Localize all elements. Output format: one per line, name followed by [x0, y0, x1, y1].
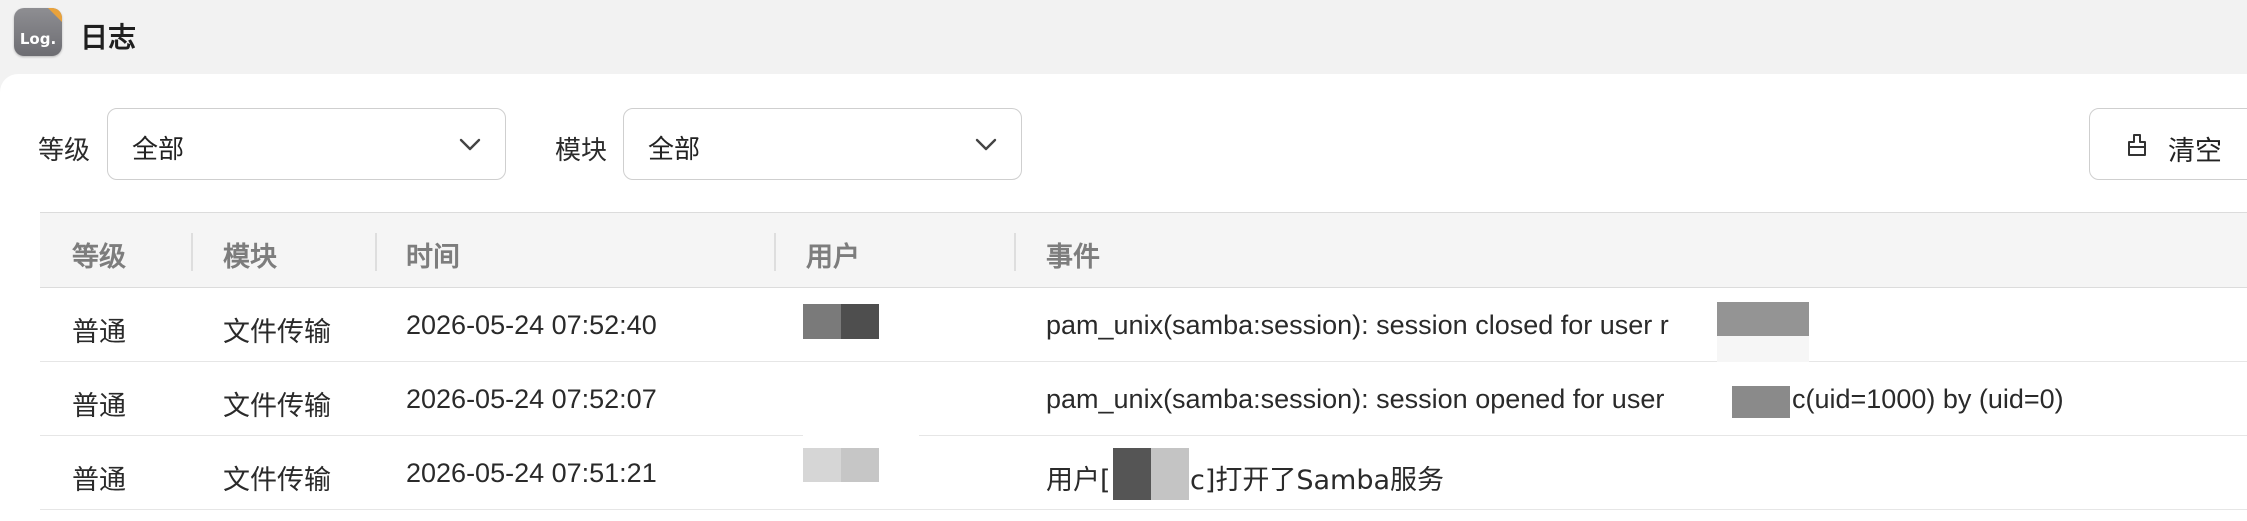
- column-divider[interactable]: [774, 233, 776, 271]
- column-header-level[interactable]: 等级: [72, 235, 126, 274]
- chevron-down-icon: [975, 138, 997, 151]
- main-panel: 等级 全部 模块 全部 清空 等级 模块 时间 用户 事件 普通 文件传输 20…: [0, 74, 2247, 521]
- redacted-user: [803, 304, 841, 339]
- column-header-time[interactable]: 时间: [406, 235, 460, 274]
- module-cell: 文件传输: [223, 317, 331, 348]
- level-select[interactable]: 全部: [107, 108, 506, 180]
- level-filter-label: 等级: [38, 136, 91, 166]
- table-row[interactable]: 普通 文件传输 2026-05-24 07:52:40 pam_unix(sam…: [40, 288, 2247, 362]
- table-row[interactable]: 普通 文件传输 2026-05-24 07:51:21 用户[ c]打开了Sam…: [40, 436, 2247, 510]
- column-header-user[interactable]: 用户: [806, 235, 860, 274]
- chevron-down-icon: [459, 138, 481, 151]
- redacted-user: [803, 362, 919, 436]
- column-header-module[interactable]: 模块: [223, 235, 277, 274]
- module-select[interactable]: 全部: [623, 108, 1022, 180]
- redacted-user: [841, 448, 879, 482]
- redacted-user: [841, 304, 879, 339]
- redacted-username: [1717, 336, 1809, 362]
- event-cell-suffix: c]打开了Samba服务: [1190, 465, 1445, 496]
- icon-fold-corner: [48, 8, 62, 22]
- event-cell-prefix: 用户[: [1046, 465, 1111, 496]
- window-title: 日志: [80, 21, 137, 54]
- column-divider[interactable]: [1014, 233, 1016, 271]
- clear-button[interactable]: 清空: [2089, 108, 2247, 180]
- app-icon-label: Log.: [19, 30, 57, 48]
- redacted-username: [1717, 302, 1809, 336]
- redacted-username: [1732, 386, 1790, 418]
- event-cell: pam_unix(samba:session): session closed …: [1046, 310, 1669, 340]
- column-header-event[interactable]: 事件: [1046, 235, 1100, 274]
- log-table: 等级 模块 时间 用户 事件 普通 文件传输 2026-05-24 07:52:…: [40, 212, 2247, 510]
- redacted-username: [1151, 448, 1189, 500]
- redacted-user: [803, 448, 841, 482]
- level-cell: 普通: [72, 317, 126, 348]
- time-cell: 2026-05-24 07:51:21: [406, 458, 657, 488]
- event-cell-suffix: c(uid=1000) by (uid=0): [1792, 384, 2064, 414]
- module-cell: 文件传输: [223, 391, 331, 422]
- broom-icon: [2128, 134, 2146, 156]
- clear-button-label: 清空: [2168, 136, 2222, 167]
- level-select-value: 全部: [132, 135, 185, 165]
- module-cell: 文件传输: [223, 465, 331, 496]
- title-bar: Log. 日志: [0, 0, 2247, 74]
- table-row[interactable]: 普通 文件传输 2026-05-24 07:52:07 pam_unix(sam…: [40, 362, 2247, 436]
- module-select-value: 全部: [648, 135, 701, 165]
- event-cell-prefix: pam_unix(samba:session): session opened …: [1046, 384, 1665, 414]
- time-cell: 2026-05-24 07:52:40: [406, 310, 657, 340]
- time-cell: 2026-05-24 07:52:07: [406, 384, 657, 414]
- redacted-username: [1113, 448, 1151, 500]
- level-cell: 普通: [72, 391, 126, 422]
- table-header: 等级 模块 时间 用户 事件: [40, 212, 2247, 288]
- module-filter-label: 模块: [555, 136, 608, 166]
- level-cell: 普通: [72, 465, 126, 496]
- column-divider[interactable]: [191, 233, 193, 271]
- column-divider[interactable]: [375, 233, 377, 271]
- log-app-icon: Log.: [14, 8, 62, 56]
